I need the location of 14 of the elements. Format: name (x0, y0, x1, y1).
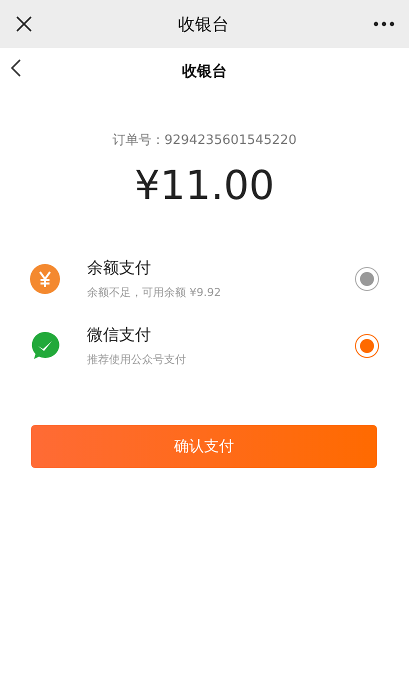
radio-button[interactable] (355, 334, 379, 358)
method-name: 余额支付 (87, 258, 152, 278)
radio-button[interactable] (355, 266, 379, 290)
confirm-button[interactable]: 确认支付 (31, 425, 377, 468)
window-title: 收银台 (178, 14, 229, 36)
page-title: 收银台 (182, 62, 227, 80)
yen-icon (30, 264, 60, 294)
chat-check-icon (30, 330, 60, 360)
method-name: 微信支付 (87, 324, 152, 346)
method-note: 余额不足，可用余额 ¥9.92 (87, 284, 222, 300)
method-note: 推荐使用公众号支付 (87, 352, 187, 366)
order-number: 订单号：9294235601545220 (111, 132, 298, 149)
more-button[interactable] (371, 19, 397, 29)
payment-amount: ¥11.00 (134, 163, 276, 209)
